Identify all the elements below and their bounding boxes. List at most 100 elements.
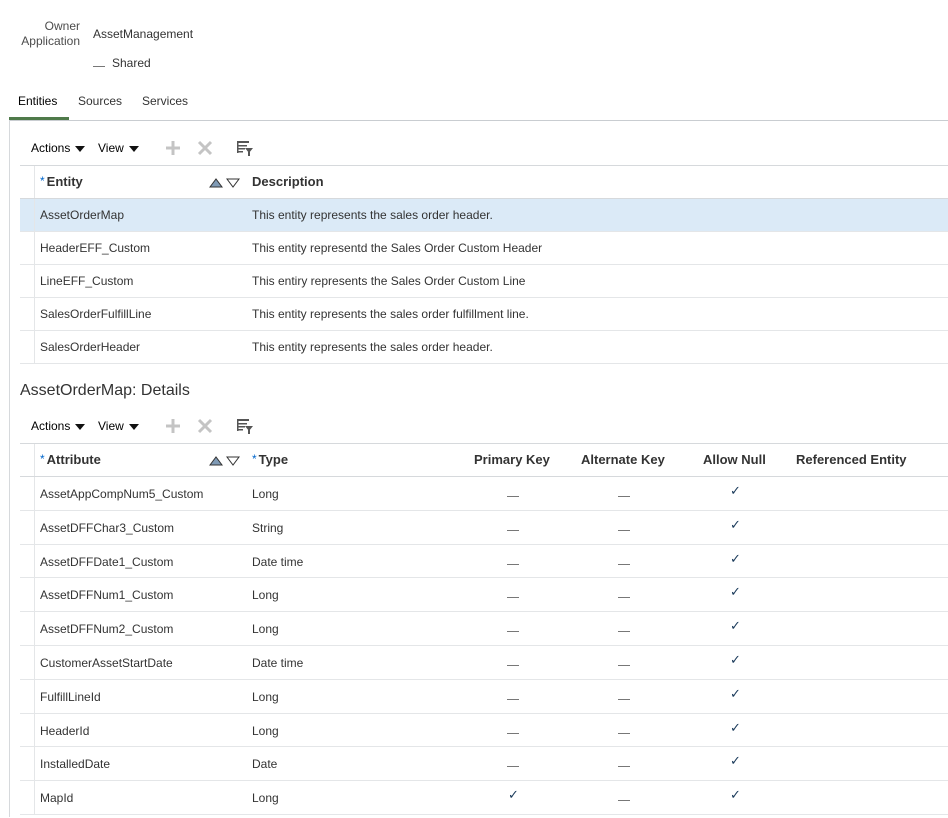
view-menu-label: View bbox=[98, 141, 124, 155]
plus-icon[interactable] bbox=[164, 417, 182, 435]
table-row[interactable]: FulfillLineId Long ✓ bbox=[20, 679, 948, 714]
shared-dash-icon bbox=[93, 66, 105, 67]
table-row[interactable]: AssetAppCompNum5_Custom Long ✓ bbox=[20, 477, 948, 511]
table-row[interactable]: InstalledDate Date ✓ bbox=[20, 747, 948, 782]
entity-description-cell: This entity represents the sales order h… bbox=[252, 340, 493, 354]
attribute-name-cell: FulfillLineId bbox=[40, 689, 101, 704]
row-gutter bbox=[20, 679, 35, 713]
detach-table-icon[interactable] bbox=[236, 139, 254, 157]
table-row[interactable]: HeaderId Long ✓ bbox=[20, 713, 948, 748]
entity-description-cell: This entity representd the Sales Order C… bbox=[252, 241, 543, 255]
entity-name-cell: AssetOrderMap bbox=[40, 208, 125, 222]
attribute-type-cell: Long bbox=[252, 723, 279, 738]
table-row[interactable]: SalesOrderHeader This entity represents t… bbox=[20, 331, 948, 364]
alternate-key-dash-icon bbox=[618, 664, 630, 666]
table-row[interactable]: CustomerAssetStartDate Date time ✓ bbox=[20, 645, 948, 680]
entity-name-cell: SalesOrderFulfillLine bbox=[40, 307, 152, 321]
alternate-key-dash-icon bbox=[618, 766, 630, 768]
sort-icons[interactable] bbox=[209, 455, 241, 467]
column-header-entity[interactable]: * Entity bbox=[40, 174, 83, 189]
table-row[interactable]: AssetDFFNum2_Custom Long ✓ bbox=[20, 612, 948, 646]
column-header-type[interactable]: * Type bbox=[252, 452, 288, 467]
column-header-primary-key[interactable]: Primary Key bbox=[474, 452, 550, 467]
type-header-label: Type bbox=[258, 452, 289, 467]
details-toolbar: Actions View bbox=[20, 413, 280, 439]
shared-label: Shared bbox=[112, 56, 151, 70]
details-section-title: AssetOrderMap: Details bbox=[20, 382, 190, 399]
table-row[interactable]: HeaderEFF_Custom This entity representd t… bbox=[20, 232, 948, 265]
allow-null-check-icon: ✓ bbox=[730, 584, 741, 600]
row-gutter bbox=[20, 510, 35, 544]
row-gutter bbox=[20, 265, 35, 297]
attribute-type-cell: Long bbox=[252, 487, 279, 501]
table-row[interactable]: AssetDFFChar3_Custom String ✓ bbox=[20, 510, 948, 545]
allow-null-check-icon: ✓ bbox=[730, 719, 741, 735]
plus-icon[interactable] bbox=[164, 139, 182, 157]
row-gutter bbox=[20, 199, 35, 231]
table-row[interactable]: SalesOrderFulfillLine This entity represe… bbox=[20, 298, 948, 331]
primary-key-check-icon: ✓ bbox=[508, 787, 519, 803]
required-marker: * bbox=[40, 452, 45, 466]
allow-null-check-icon: ✓ bbox=[730, 753, 741, 769]
primary-key-dash-icon bbox=[507, 529, 519, 531]
row-gutter bbox=[20, 544, 35, 578]
entities-table-body: AssetOrderMap This entity represents the … bbox=[20, 199, 948, 364]
table-row[interactable]: LineEFF_Custom This entiry represents the… bbox=[20, 265, 948, 298]
column-header-description[interactable]: Description bbox=[252, 174, 324, 189]
attribute-name-cell: CustomerAssetStartDate bbox=[40, 655, 173, 670]
sort-icons[interactable] bbox=[209, 177, 241, 189]
row-gutter bbox=[20, 713, 35, 747]
table-row[interactable]: AssetDFFDate1_Custom Date time ✓ bbox=[20, 544, 948, 579]
table-row[interactable]: MapId Long ✓ ✓ bbox=[20, 781, 948, 815]
attribute-name-cell: AssetDFFDate1_Custom bbox=[40, 554, 174, 569]
row-gutter bbox=[20, 747, 35, 781]
primary-key-dash-icon bbox=[507, 732, 519, 734]
column-header-referenced-entity[interactable]: Referenced Entity bbox=[796, 452, 907, 467]
alternate-key-dash-icon bbox=[618, 529, 630, 531]
column-header-allow-null[interactable]: Allow Null bbox=[703, 452, 766, 467]
primary-key-dash-icon bbox=[507, 631, 519, 633]
row-gutter bbox=[20, 612, 35, 645]
actions-menu[interactable]: Actions bbox=[31, 135, 86, 161]
alternate-key-dash-icon bbox=[618, 698, 630, 700]
alternate-key-dash-icon bbox=[618, 800, 630, 802]
row-gutter bbox=[20, 781, 35, 814]
entity-description-cell: This entity represents the sales order f… bbox=[252, 307, 529, 321]
delete-x-icon[interactable] bbox=[196, 139, 214, 157]
tab-services[interactable]: Services bbox=[142, 94, 188, 108]
attribute-type-cell: Long bbox=[252, 622, 279, 637]
table-row[interactable]: AssetDFFNum1_Custom Long ✓ bbox=[20, 578, 948, 613]
entity-description-cell: This entity represents the sales order h… bbox=[252, 208, 493, 222]
tab-sources[interactable]: Sources bbox=[78, 94, 122, 108]
attribute-name-cell: HeaderId bbox=[40, 723, 90, 738]
view-menu-label: View bbox=[98, 419, 124, 433]
allow-null-check-icon: ✓ bbox=[730, 550, 741, 566]
allow-null-check-icon: ✓ bbox=[730, 685, 741, 701]
row-gutter bbox=[20, 166, 35, 198]
alternate-key-dash-icon bbox=[618, 732, 630, 734]
table-row[interactable]: AssetOrderMap This entity represents the … bbox=[20, 199, 948, 232]
owner-label-line2: Application bbox=[21, 34, 80, 48]
primary-key-dash-icon bbox=[507, 698, 519, 700]
attribute-type-cell: Date time bbox=[252, 655, 304, 670]
entities-toolbar: Actions View bbox=[20, 135, 280, 161]
allow-null-check-icon: ✓ bbox=[730, 618, 741, 634]
attributes-table: * Attribute * Type Primary Key Alternate K… bbox=[20, 443, 948, 818]
row-gutter bbox=[20, 578, 35, 612]
tab-entities[interactable]: Entities bbox=[18, 94, 57, 108]
details-view-menu[interactable]: View bbox=[98, 413, 139, 439]
column-header-attribute[interactable]: * Attribute bbox=[40, 452, 101, 467]
row-gutter bbox=[20, 331, 35, 363]
detach-table-icon[interactable] bbox=[236, 417, 254, 435]
primary-key-dash-icon bbox=[507, 664, 519, 666]
alternate-key-dash-icon bbox=[618, 563, 630, 565]
attribute-type-cell: String bbox=[252, 520, 284, 535]
column-header-alternate-key[interactable]: Alternate Key bbox=[581, 452, 665, 467]
primary-key-dash-icon bbox=[507, 597, 519, 599]
entities-table: * Entity Description AssetOrderMap This en… bbox=[20, 165, 948, 364]
view-menu[interactable]: View bbox=[98, 135, 139, 161]
row-gutter bbox=[20, 298, 35, 330]
owner-label-line1: Owner bbox=[44, 19, 80, 33]
delete-x-icon[interactable] bbox=[196, 417, 214, 435]
details-actions-menu[interactable]: Actions bbox=[31, 413, 86, 439]
